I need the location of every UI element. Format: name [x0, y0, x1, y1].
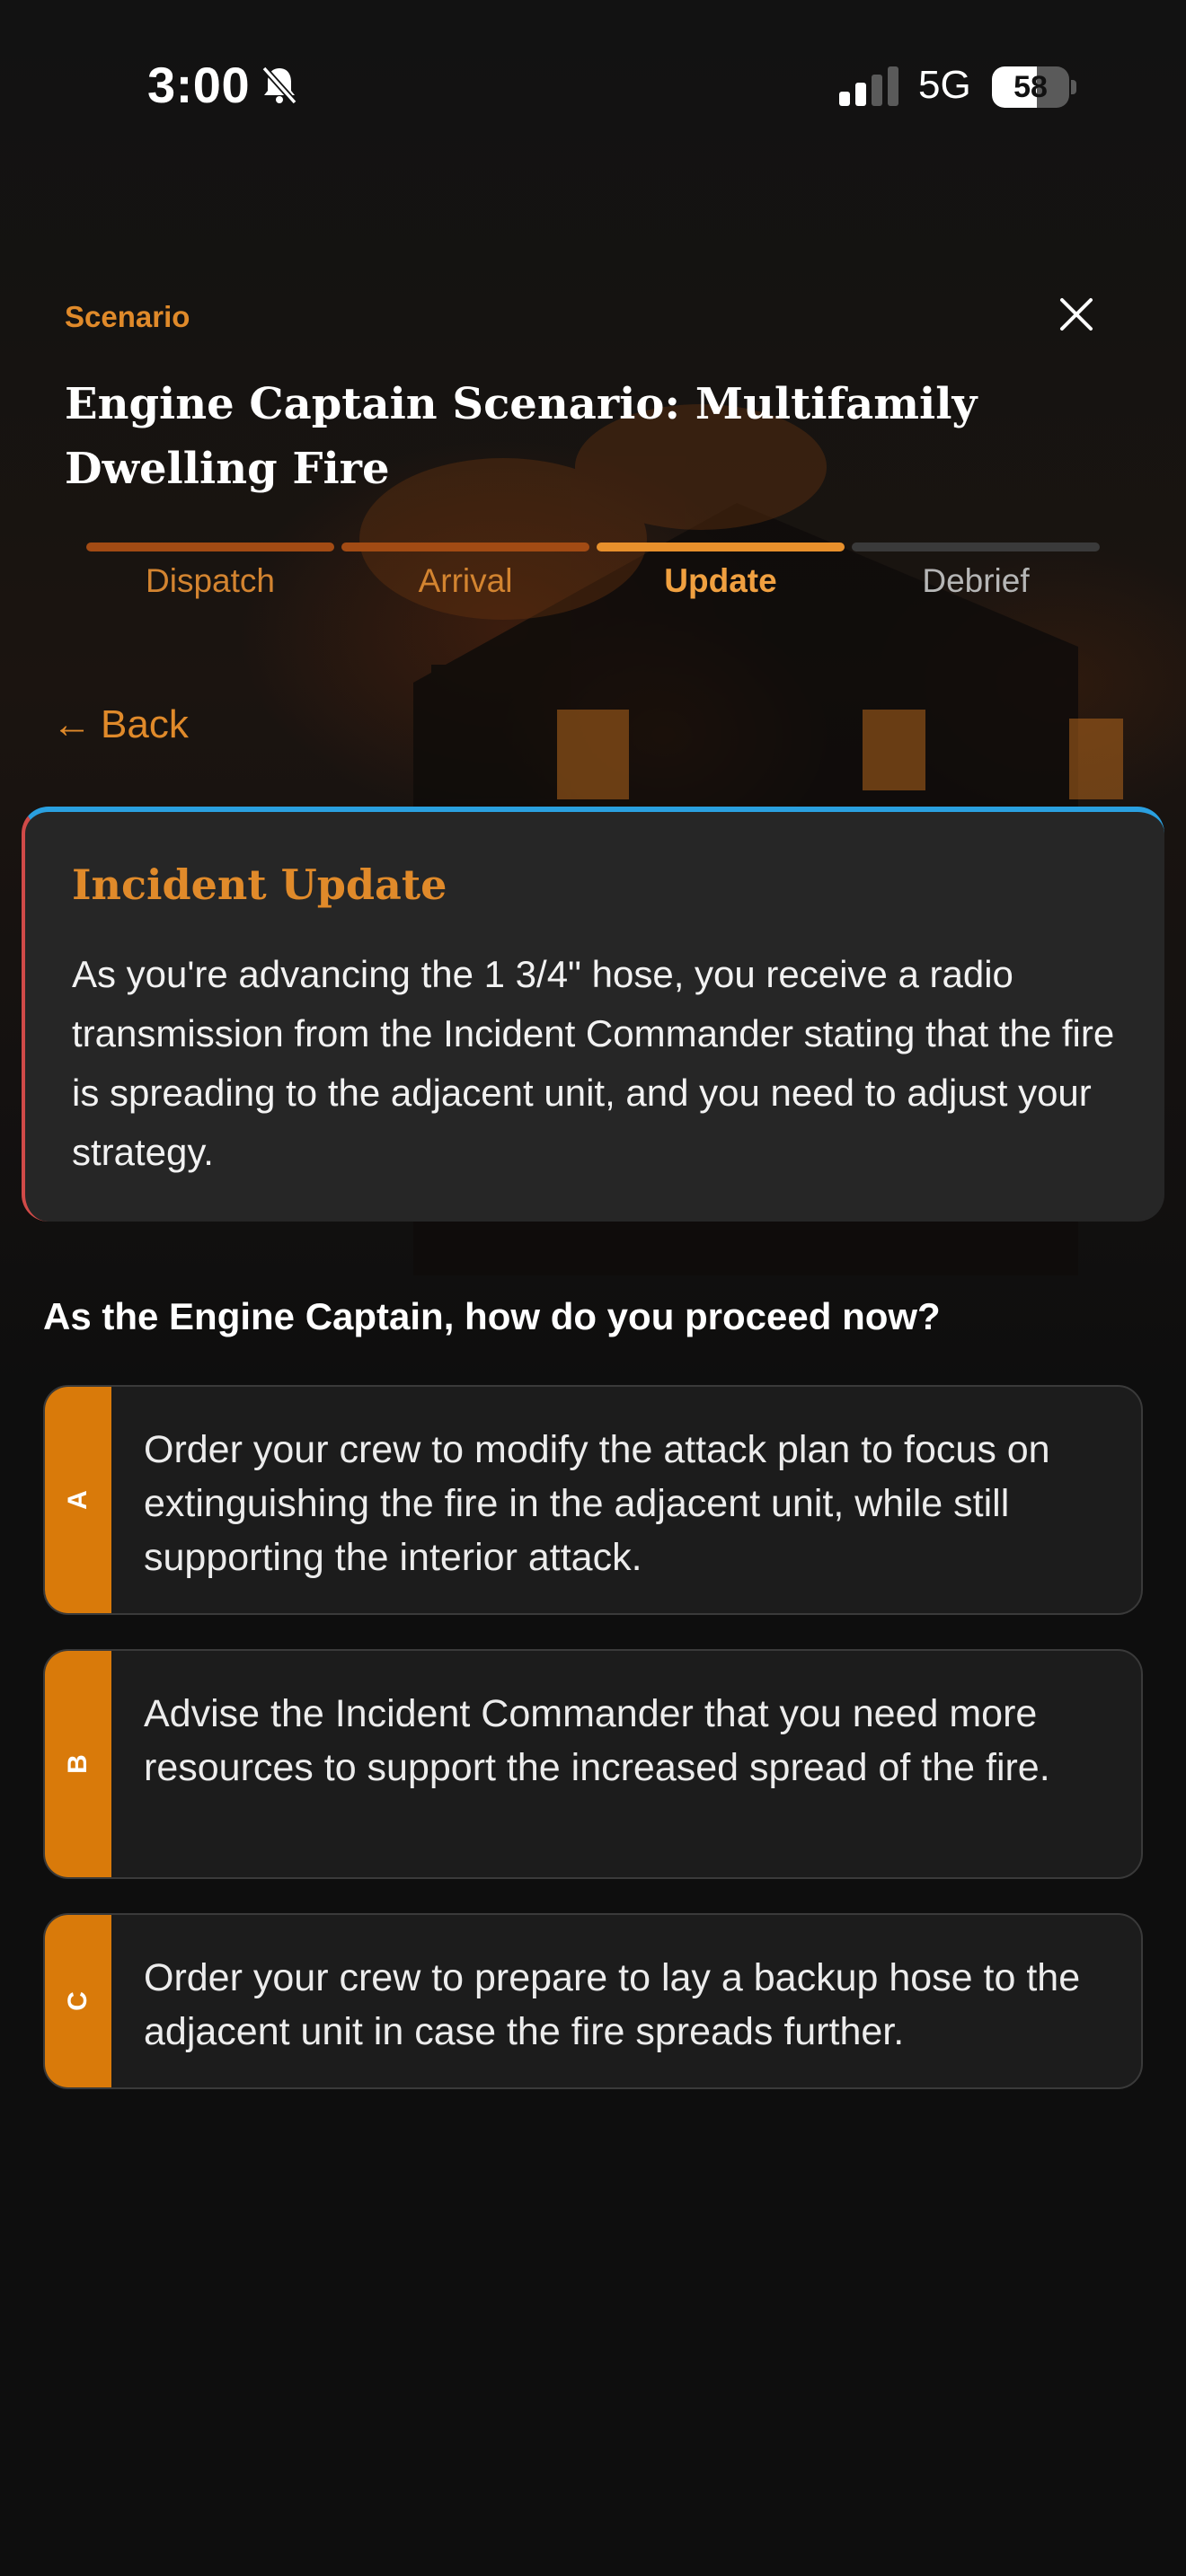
step-bar	[86, 543, 334, 551]
incident-update-heading: Incident Update	[72, 860, 447, 909]
close-icon[interactable]	[1053, 291, 1100, 338]
step-update[interactable]: Update	[597, 543, 845, 623]
step-bar	[852, 543, 1100, 551]
option-letter-tag: C	[45, 1915, 111, 2087]
back-label: Back	[101, 702, 189, 746]
answer-option-c[interactable]: C Order your crew to prepare to lay a ba…	[43, 1913, 1143, 2089]
step-label: Arrival	[418, 562, 513, 599]
signal-icon	[839, 66, 898, 106]
question-prompt: As the Engine Captain, how do you procee…	[43, 1295, 941, 1337]
incident-update-card: Incident Update As you're advancing the …	[22, 807, 1164, 1222]
arrow-left-icon: ←	[52, 702, 92, 746]
option-letter: A	[63, 1490, 93, 1510]
page-title: Engine Captain Scenario: Multifamily Dwe…	[65, 379, 978, 494]
answer-option-a[interactable]: A Order your crew to modify the attack p…	[43, 1385, 1143, 1615]
answer-option-b[interactable]: B Advise the Incident Commander that you…	[43, 1649, 1143, 1879]
option-letter-tag: B	[45, 1651, 111, 1877]
step-debrief[interactable]: Debrief	[852, 543, 1100, 623]
step-label: Update	[664, 562, 777, 599]
step-label: Debrief	[922, 562, 1030, 599]
back-button[interactable]: ← Back	[52, 693, 189, 756]
step-arrival[interactable]: Arrival	[341, 543, 589, 623]
battery-icon: 58	[992, 66, 1076, 108]
step-label: Dispatch	[146, 562, 275, 599]
option-text: Order your crew to prepare to lay a back…	[144, 1956, 1081, 2053]
network-type: 5G	[918, 63, 971, 107]
step-bar	[597, 543, 845, 551]
step-bar	[341, 543, 589, 551]
battery-percent: 58	[1013, 70, 1048, 104]
status-bar: 3:00 5G 58	[0, 0, 1186, 171]
option-letter: C	[63, 1991, 93, 2011]
incident-update-body: As you're advancing the 1 3/4" hose, you…	[72, 953, 1115, 1173]
bell-slash-icon	[261, 66, 297, 105]
step-dispatch[interactable]: Dispatch	[86, 543, 334, 623]
scenario-eyebrow: Scenario	[65, 300, 190, 333]
option-text: Order your crew to modify the attack pla…	[144, 1428, 1050, 1579]
option-text: Advise the Incident Commander that you n…	[144, 1692, 1050, 1789]
option-letter-tag: A	[45, 1387, 111, 1613]
progress-steps: Dispatch Arrival Update Debrief	[86, 543, 1100, 623]
option-letter: B	[63, 1754, 93, 1774]
status-time: 3:00	[147, 57, 251, 113]
